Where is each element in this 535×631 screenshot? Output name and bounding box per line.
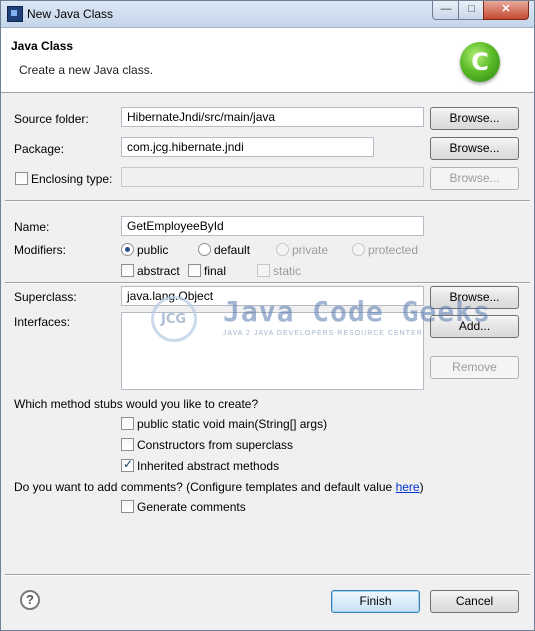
generate-comments-checkbox[interactable] xyxy=(121,500,134,513)
static-checkbox[interactable] xyxy=(257,264,270,277)
inherited-abstract-methods-checkbox[interactable] xyxy=(121,457,134,472)
wizard-title: Java Class xyxy=(11,39,74,53)
package-browse-button[interactable]: Browse... xyxy=(430,137,519,160)
private-radio[interactable] xyxy=(276,243,289,256)
generate-comments-label: Generate comments xyxy=(137,500,246,514)
static-label: static xyxy=(273,264,302,278)
package-input[interactable]: com.jcg.hibernate.jndi xyxy=(121,137,374,157)
eclipse-app-icon xyxy=(7,6,23,22)
new-java-class-dialog: New Java Class — □ ✕ Java Class Create a… xyxy=(0,0,535,631)
class-name-input[interactable]: GetEmployeeById xyxy=(121,216,424,236)
cancel-button[interactable]: Cancel xyxy=(430,590,519,613)
separator xyxy=(5,574,530,576)
default-label: default xyxy=(214,243,251,257)
abstract-checkbox[interactable] xyxy=(121,264,134,277)
constructors-label: Constructors from superclass xyxy=(137,438,294,452)
interfaces-list[interactable] xyxy=(121,312,424,390)
separator xyxy=(5,200,530,202)
source-folder-browse-button[interactable]: Browse... xyxy=(430,107,519,130)
final-checkbox[interactable] xyxy=(188,264,201,277)
separator xyxy=(5,282,530,284)
configure-templates-link[interactable]: here xyxy=(396,480,420,494)
name-label: Name: xyxy=(14,220,50,234)
enclosing-type-checkbox[interactable] xyxy=(15,172,28,185)
package-label: Package: xyxy=(14,142,65,156)
finish-button[interactable]: Finish xyxy=(331,590,420,613)
superclass-label: Superclass: xyxy=(14,290,77,304)
protected-label: protected xyxy=(368,243,419,257)
source-folder-input[interactable]: HibernateJndi/src/main/java xyxy=(121,107,424,127)
source-folder-label: Source folder: xyxy=(14,112,89,126)
add-interface-button[interactable]: Add... xyxy=(430,315,519,338)
enclosing-type-input[interactable] xyxy=(121,167,424,187)
close-button[interactable]: ✕ xyxy=(483,1,529,20)
public-radio[interactable] xyxy=(121,243,134,256)
private-label: private xyxy=(292,243,329,257)
default-radio[interactable] xyxy=(198,243,211,256)
wizard-description: Create a new Java class. xyxy=(19,63,154,77)
remove-interface-button[interactable]: Remove xyxy=(430,356,519,379)
final-label: final xyxy=(204,264,227,278)
interfaces-label: Interfaces: xyxy=(14,315,71,329)
public-label: public xyxy=(137,243,169,257)
maximize-button[interactable]: □ xyxy=(458,1,485,20)
modifiers-label: Modifiers: xyxy=(14,243,67,257)
java-class-wizard-icon: C xyxy=(460,42,500,82)
minimize-button[interactable]: — xyxy=(432,1,460,20)
abstract-label: abstract xyxy=(137,264,180,278)
title-bar[interactable]: New Java Class — □ ✕ xyxy=(1,1,534,28)
enclosing-type-label: Enclosing type: xyxy=(31,172,113,186)
superclass-browse-button[interactable]: Browse... xyxy=(430,286,519,309)
enclosing-type-browse-button[interactable]: Browse... xyxy=(430,167,519,190)
superclass-input[interactable]: java.lang.Object xyxy=(121,286,424,306)
window-title: New Java Class xyxy=(27,7,114,21)
comments-question: Do you want to add comments? (Configure … xyxy=(14,480,424,494)
main-method-checkbox[interactable] xyxy=(121,417,134,430)
method-stubs-question: Which method stubs would you like to cre… xyxy=(14,397,259,411)
constructors-checkbox[interactable] xyxy=(121,438,134,451)
main-method-label: public static void main(String[] args) xyxy=(137,417,328,431)
help-icon[interactable]: ? xyxy=(20,590,40,610)
inherited-abstract-methods-label: Inherited abstract methods xyxy=(137,459,280,473)
protected-radio[interactable] xyxy=(352,243,365,256)
wizard-header: Java Class Create a new Java class. C xyxy=(1,28,534,93)
